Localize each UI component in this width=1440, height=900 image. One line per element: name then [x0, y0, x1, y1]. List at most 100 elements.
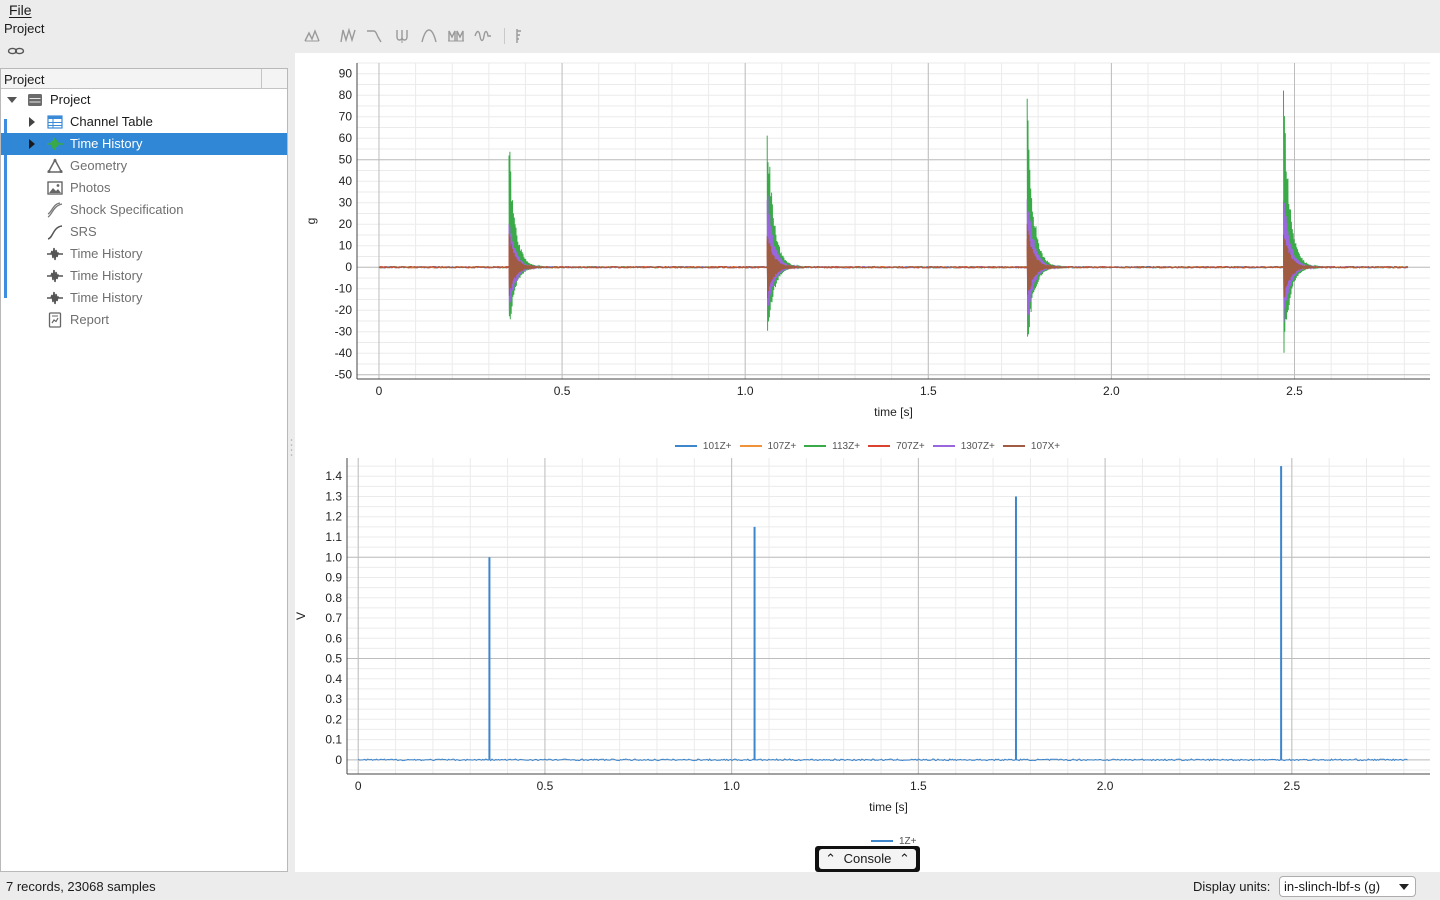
x-tick-label: 2.5 [1283, 779, 1300, 793]
console-toggle-button[interactable]: ⌃ Console ⌃ [815, 846, 920, 872]
legend-swatch [739, 445, 762, 448]
y-tick-label: 90 [339, 67, 353, 81]
y-tick-label: 1.1 [325, 530, 342, 544]
splitter-handle[interactable] [290, 437, 293, 457]
x-tick-label: 2.5 [1286, 384, 1303, 398]
waveform-icon [47, 247, 63, 261]
chevron-down-icon [1399, 884, 1409, 890]
y-tick-label: 0 [335, 753, 342, 767]
tree-item-shock-specification[interactable]: Shock Specification [1, 199, 287, 221]
display-units-select[interactable]: in-slinch-lbf-s (g) [1279, 876, 1416, 897]
table-icon [47, 115, 63, 129]
tree-item-channel-table[interactable]: Channel Table [1, 111, 287, 133]
tree-item-project[interactable]: Project [1, 89, 287, 111]
tool-icon-8[interactable] [510, 27, 528, 45]
chart-top: 0 0.5 1.0 1.5 2.0 2.5 -50 -40 -30 -20 -10 0 10 20 30 40… [304, 62, 1430, 419]
tree-item-time-history[interactable]: Time History [1, 265, 287, 287]
y-tick-label: 0.4 [325, 672, 342, 686]
y-tick-label: -20 [335, 303, 353, 317]
x-tick-label: 1.5 [920, 384, 937, 398]
y-tick-label: 0.5 [325, 652, 342, 666]
tool-icon-2[interactable] [339, 27, 357, 45]
x-tick-label: 0 [355, 779, 362, 793]
legend-label: 707Z+ [896, 441, 925, 452]
pulse-2 [753, 526, 756, 760]
y-tick-label: 50 [339, 153, 353, 167]
x-tick-label: 0 [376, 384, 383, 398]
legend-swatch [932, 445, 955, 448]
y-tick-label: 30 [339, 196, 353, 210]
tool-icon-4[interactable] [393, 27, 411, 45]
y-tick-label: 40 [339, 174, 353, 188]
pulse-1 [488, 557, 491, 760]
y-tick-label: 0.7 [325, 611, 342, 625]
chart-bottom: 0 0.5 1.0 1.5 2.0 2.5 0 0.1 0.2 0.3 0.4 0.5 0.6 0.7 0.… [295, 458, 1430, 814]
menu-file[interactable]: File [9, 2, 32, 18]
pulse-3 [1014, 496, 1017, 760]
project-pane-title: Project [4, 21, 45, 36]
tree-item-photos[interactable]: Photos [1, 177, 287, 199]
y-tick-label: 10 [339, 239, 353, 253]
status-summary: 7 records, 23068 samples [6, 879, 156, 894]
legend-swatch [804, 445, 827, 448]
tree-item-time-history[interactable]: Time History [1, 243, 287, 265]
tree-item-label: Report [70, 312, 110, 327]
expand-right-icon[interactable] [26, 138, 38, 150]
y-tick-label: 20 [339, 217, 353, 231]
image-icon [47, 181, 63, 195]
tree-item-report[interactable]: Report [1, 309, 287, 331]
tree-item-geometry[interactable]: Geometry [1, 155, 287, 177]
toolbar-divider [504, 28, 505, 44]
expand-down-icon[interactable] [6, 94, 18, 106]
tree-item-label: SRS [70, 224, 97, 239]
legend-label: 1307Z+ [960, 441, 995, 452]
tree-item-label: Project [50, 92, 91, 107]
y-tick-label: 0.3 [325, 692, 342, 706]
tool-icon-6[interactable] [447, 27, 465, 45]
tool-icon-5[interactable] [420, 27, 438, 45]
legend-swatch [674, 445, 697, 448]
legend-label: 107Z+ [767, 441, 797, 452]
waveform-icon [47, 137, 63, 151]
shock-spec-icon [47, 202, 63, 218]
tool-icon-1[interactable] [303, 27, 321, 45]
y-axis-label: V [295, 612, 308, 620]
legend-label: 107X+ [1030, 441, 1061, 452]
chevron-up-icon: ⌃ [898, 851, 910, 866]
x-tick-label: 0.5 [537, 779, 554, 793]
top-chart-legend: 101Z+ 107Z+ 113Z+ 707Z+ 1307Z+ 107X+ [295, 441, 1440, 455]
x-tick-label: 1.0 [737, 384, 754, 398]
series-burst-113Z+ [1283, 90, 1324, 353]
tree-header[interactable]: Project [1, 69, 287, 89]
srs-curve-icon [47, 225, 63, 240]
x-axis-label: time [s] [869, 800, 908, 814]
tree-item-label: Time History [70, 136, 143, 151]
y-tick-label: -50 [335, 368, 353, 382]
y-tick-label: 70 [339, 110, 353, 124]
tree-item-label: Photos [70, 180, 111, 195]
tree-item-time-history[interactable]: Time History [1, 287, 287, 309]
legend-swatch [1002, 445, 1025, 448]
tree-item-srs[interactable]: SRS [1, 221, 287, 243]
console-label: Console [843, 851, 892, 866]
tree-item-time-history-selected[interactable]: Time History [1, 133, 287, 155]
waveform-icon [47, 291, 63, 305]
y-tick-label: 0 [345, 260, 352, 274]
y-tick-label: 0.9 [325, 571, 342, 585]
legend-entry: 707Z+ [868, 441, 925, 452]
legend-swatch [871, 840, 893, 843]
plot-area[interactable]: 0 0.5 1.0 1.5 2.0 2.5 -50 -40 -30 -20 -10 0 10 20 30 40… [295, 53, 1440, 872]
project-tree[interactable]: Project Project Channel Table Time Histo… [0, 68, 288, 872]
expand-right-icon[interactable] [26, 116, 38, 128]
link-icon[interactable] [7, 45, 25, 57]
plot-canvas[interactable]: 0 0.5 1.0 1.5 2.0 2.5 -50 -40 -30 -20 -10 0 10 20 30 40… [295, 53, 1440, 872]
tree-item-label: Time History [70, 246, 143, 261]
legend-entry: 107X+ [1002, 441, 1061, 452]
tool-icon-7[interactable] [474, 27, 492, 45]
y-tick-label: -40 [335, 346, 353, 360]
x-tick-label: 0.5 [554, 384, 571, 398]
tree-header-label: Project [4, 72, 45, 87]
series-burst-113Z+ [508, 151, 549, 320]
tool-icon-3[interactable] [365, 27, 383, 45]
y-tick-label: 0.2 [325, 712, 342, 726]
